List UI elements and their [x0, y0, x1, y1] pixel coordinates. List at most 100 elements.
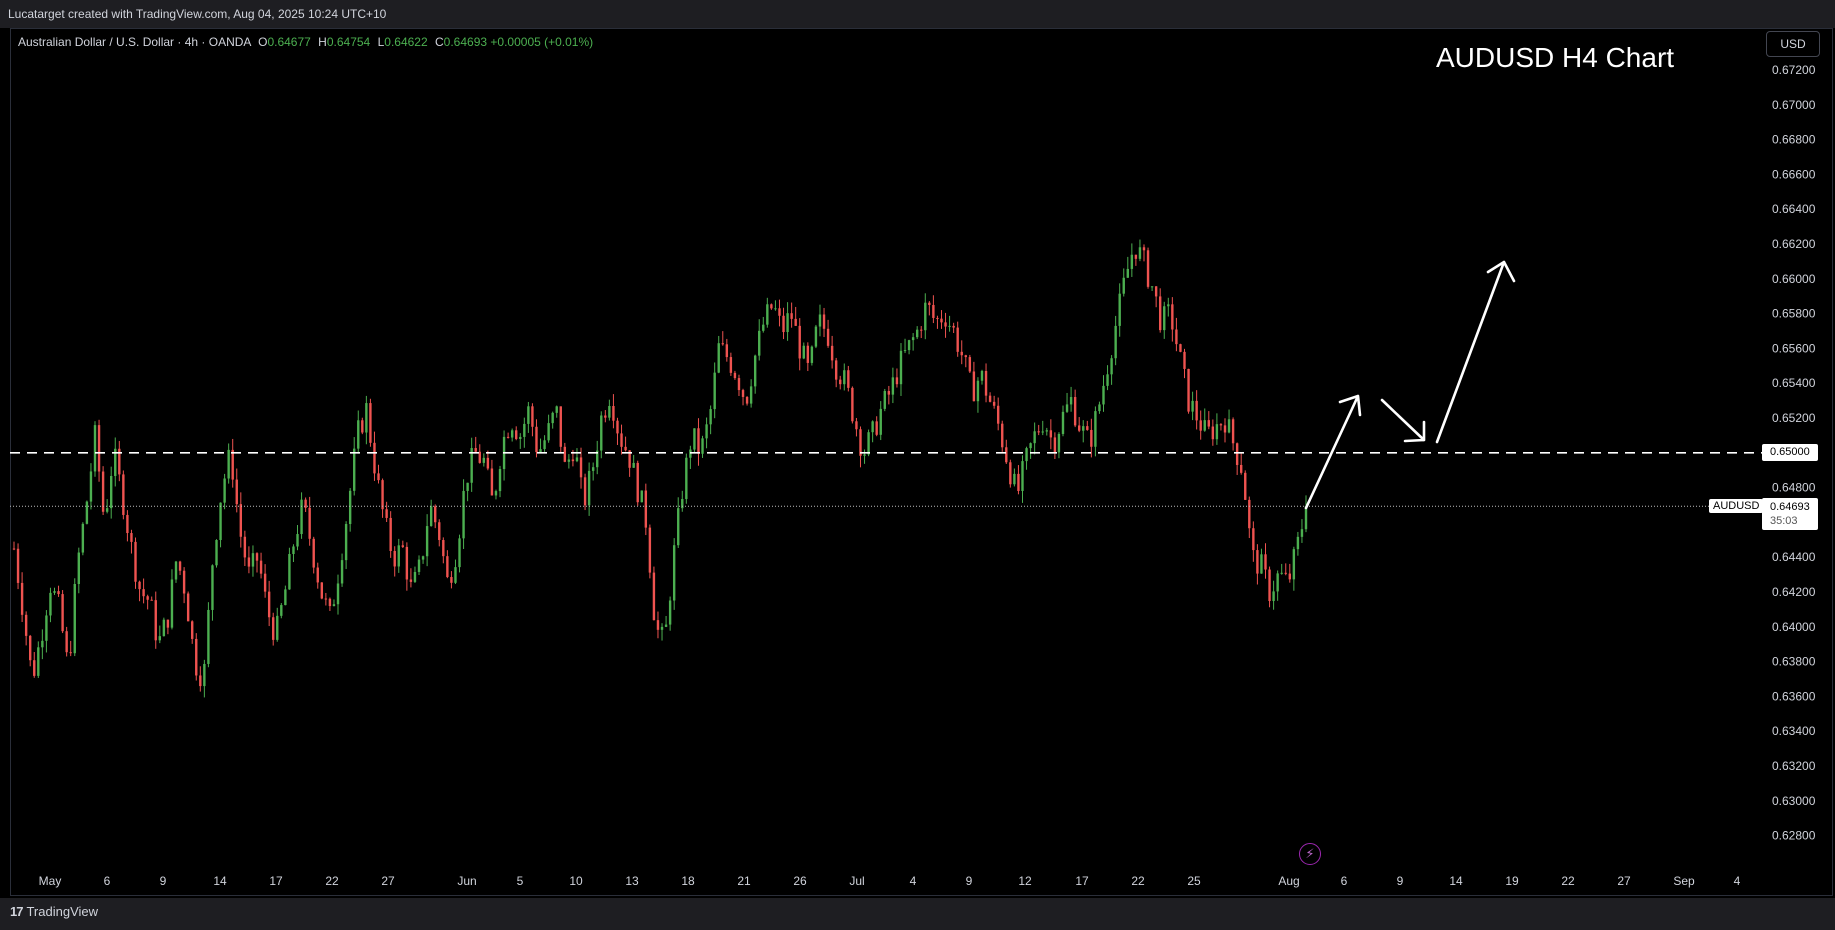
candle-body: [393, 550, 396, 567]
candle-body: [494, 491, 498, 496]
candle-body: [328, 598, 332, 607]
candle-body: [843, 370, 846, 385]
time-tick-label: 17: [269, 874, 283, 888]
candle-body: [332, 604, 336, 607]
candle-body: [855, 421, 858, 430]
candle-body: [851, 387, 854, 422]
candle-body: [656, 620, 660, 630]
candle-body: [903, 350, 907, 352]
candle-body: [462, 490, 465, 539]
price-tick-label: 0.63800: [1772, 655, 1816, 669]
candle-body: [891, 377, 895, 395]
candle-body: [1171, 304, 1174, 330]
time-tick-label: 13: [625, 874, 639, 888]
candle-body: [498, 469, 502, 492]
candle-body: [1187, 368, 1190, 412]
candle-body: [705, 424, 708, 439]
candle-body: [531, 406, 534, 427]
tradingview-brand[interactable]: 17 TradingView: [10, 904, 98, 919]
candle-body: [37, 647, 40, 676]
candle-body: [1110, 358, 1113, 375]
candle-body: [1252, 528, 1255, 551]
time-tick-label: 9: [966, 874, 973, 888]
candle-body: [741, 390, 745, 397]
candle-body: [381, 480, 384, 510]
candle-body: [932, 304, 935, 318]
candle-body: [24, 614, 28, 636]
candle-body: [1195, 400, 1198, 421]
candle-body: [830, 345, 834, 361]
candle-body: [802, 345, 805, 359]
candle-body: [195, 638, 198, 676]
candle-body: [1239, 464, 1243, 473]
candle-body: [255, 553, 259, 561]
candle-body: [790, 313, 793, 319]
close-label: C: [435, 35, 444, 49]
time-tick-label: 22: [1561, 874, 1575, 888]
lightning-icon[interactable]: ⚡: [1299, 843, 1321, 865]
candle-body: [425, 526, 429, 557]
candle-body: [1114, 325, 1117, 359]
candle-body: [105, 508, 109, 512]
candle-body: [717, 343, 720, 373]
candle-body: [1207, 420, 1210, 427]
candle-body: [33, 660, 36, 676]
candle-body: [336, 583, 340, 605]
candle-body: [911, 337, 915, 341]
candle-body: [1017, 473, 1020, 491]
candle-body: [1090, 429, 1093, 447]
candle-body: [770, 304, 773, 309]
close-value: 0.64693: [443, 35, 488, 49]
candle-body: [1163, 306, 1166, 331]
candle-body: [519, 436, 522, 439]
candle-body: [826, 328, 830, 346]
time-tick-label: 10: [569, 874, 583, 888]
currency-button[interactable]: USD: [1766, 31, 1820, 57]
candle-body: [608, 406, 611, 418]
candle-body: [49, 592, 52, 616]
candle-body: [251, 553, 255, 567]
candle-body: [211, 565, 214, 610]
candle-body: [1130, 254, 1134, 269]
candle-body: [968, 357, 972, 372]
candle-body: [1268, 569, 1271, 602]
candle-body: [988, 395, 992, 402]
candle-body: [515, 430, 518, 439]
candle-body: [16, 548, 20, 583]
candle-body: [1292, 549, 1296, 580]
candle-body: [166, 619, 170, 628]
time-tick-label: 4: [910, 874, 917, 888]
candle-body: [956, 327, 959, 352]
price-tick-label: 0.64800: [1772, 481, 1816, 495]
candle-body: [421, 556, 425, 560]
candle-body: [834, 360, 838, 380]
candle-body: [920, 329, 923, 331]
candle-body: [1146, 250, 1150, 287]
price-tick-label: 0.65800: [1772, 307, 1816, 321]
candle-body: [1142, 247, 1146, 251]
candle-body: [474, 448, 477, 452]
price-tick-label: 0.63000: [1772, 794, 1816, 808]
candle-body: [523, 423, 526, 437]
candle-body: [859, 429, 862, 456]
candle-body: [1122, 277, 1125, 294]
candle-body: [806, 345, 810, 363]
low-value: 0.64622: [384, 35, 428, 49]
candle-body: [434, 506, 437, 523]
candle-body: [697, 428, 700, 454]
candle-body: [1244, 472, 1247, 500]
candle-body: [227, 449, 230, 479]
time-tick-label: 19: [1505, 874, 1519, 888]
candle-body: [547, 423, 550, 441]
candle-body: [158, 636, 162, 641]
symbol-price-tag: AUDUSD: [1709, 499, 1764, 513]
candle-body: [1065, 404, 1069, 412]
candle-body: [794, 318, 797, 326]
chart-canvas[interactable]: 0.67200 0.67000 0.66800 0.66600 0.66400 0.662…: [0, 0, 1835, 930]
candle-body: [340, 560, 344, 584]
candle-body: [296, 534, 299, 547]
candle-body: [45, 615, 48, 641]
candle-body: [1061, 411, 1065, 434]
candle-body: [405, 546, 409, 580]
candle-body: [527, 406, 530, 424]
